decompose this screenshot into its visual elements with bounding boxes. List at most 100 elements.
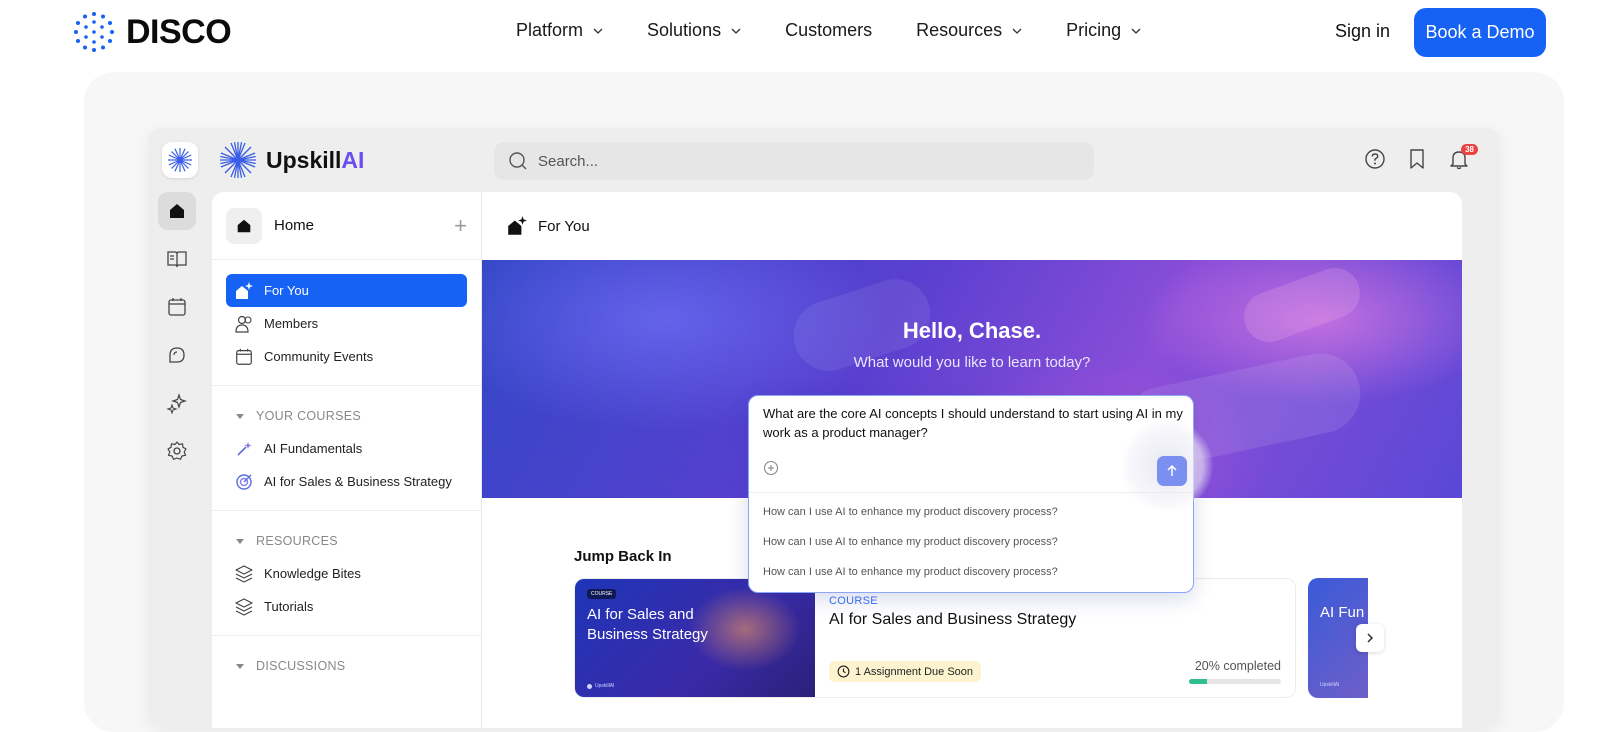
sidebar-resources-group: RESOURCES Knowledge Bites Tutorials [212, 511, 481, 636]
notification-bell[interactable]: 38 [1448, 144, 1478, 170]
section-label: RESOURCES [256, 534, 338, 548]
logo-accent: AI [341, 146, 365, 173]
main-title: For You [538, 217, 590, 235]
search-input[interactable] [538, 152, 1038, 170]
sidebar-discussions-group: DISCUSSIONS [212, 636, 481, 694]
help-icon[interactable] [1364, 148, 1386, 170]
thumb-title: AI for Sales and Business Strategy [587, 606, 708, 643]
nav-solutions[interactable]: Solutions [647, 20, 741, 41]
resources-section-header[interactable]: RESOURCES [226, 525, 467, 557]
divider [749, 492, 1193, 493]
collapse-icon [236, 663, 244, 669]
starburst-icon [587, 683, 592, 689]
thumb-tag: COURSE [587, 589, 617, 599]
chevron-down-icon [1012, 28, 1022, 34]
sidebar-item-ai-fundamentals[interactable]: AI Fundamentals [226, 432, 467, 465]
course-card[interactable]: COURSE AI for Sales and Business Strateg… [574, 578, 1296, 698]
rail-library[interactable] [158, 240, 196, 278]
nav-platform-label: Platform [516, 20, 584, 40]
sparkle-house-icon [236, 281, 253, 299]
search-bar[interactable] [494, 142, 1094, 180]
nav-pricing-label: Pricing [1066, 20, 1122, 40]
upskill-logo[interactable]: UpskillAI [218, 140, 364, 180]
add-icon[interactable]: + [454, 214, 467, 237]
nav-customers[interactable]: Customers [785, 20, 872, 41]
workspace-avatar[interactable] [162, 142, 198, 178]
bookmark-icon[interactable] [1406, 148, 1428, 170]
collapse-icon [236, 538, 244, 544]
calendar-icon [236, 348, 252, 365]
suggestion-item[interactable]: How can I use AI to enhance my product d… [763, 506, 1058, 518]
target-icon [236, 473, 252, 490]
sidebar-item-members[interactable]: Members [226, 307, 467, 340]
disco-logo-icon [74, 12, 114, 52]
courses-section-header[interactable]: YOUR COURSES [226, 400, 467, 432]
app-header: UpskillAI 38 [148, 128, 1500, 192]
sidebar-item-for-you[interactable]: For You [226, 274, 467, 307]
sidebar-title: Home [274, 217, 315, 234]
clock-icon [837, 665, 850, 678]
send-button[interactable] [1157, 456, 1187, 486]
sidebar-item-knowledge-bites[interactable]: Knowledge Bites [226, 557, 467, 590]
suggestion-item[interactable]: How can I use AI to enhance my product d… [763, 566, 1058, 578]
rail-ai[interactable] [158, 384, 196, 422]
card-title: AI for Sales and Business Strategy [829, 611, 1077, 628]
search-icon [509, 152, 527, 170]
nav-solutions-label: Solutions [647, 20, 722, 40]
notification-badge: 38 [1461, 144, 1478, 155]
assignment-badge: 1 Assignment Due Soon [829, 661, 982, 682]
arrow-up-icon [1167, 464, 1177, 476]
book-icon [167, 251, 187, 268]
nav-customers-label: Customers [785, 20, 873, 40]
icon-rail [158, 192, 198, 480]
sidebar-item-label: Tutorials [264, 599, 314, 614]
course-thumbnail: COURSE AI for Sales and Business Strateg… [575, 579, 815, 697]
rail-discussions[interactable] [158, 336, 196, 374]
section-label: DISCUSSIONS [256, 659, 346, 673]
gear-icon [167, 441, 187, 460]
card2-title: AI Fun [1320, 604, 1365, 621]
sparkle-house-icon [508, 216, 527, 235]
card2-brand: UpskillAI [1320, 682, 1340, 688]
suggestion-item[interactable]: How can I use AI to enhance my product d… [763, 536, 1058, 548]
layers-icon [235, 597, 253, 616]
rail-settings[interactable] [158, 432, 196, 470]
sidebar-item-label: For You [264, 283, 309, 298]
starburst-icon [168, 148, 192, 172]
sidebar-item-tutorials[interactable]: Tutorials [226, 590, 467, 623]
carousel-next-button[interactable] [1356, 624, 1384, 652]
main-header: For You [482, 192, 1462, 260]
prompt-input[interactable]: What are the core AI concepts I should u… [763, 404, 1183, 442]
nav-platform[interactable]: Platform [516, 20, 603, 41]
nav-pricing[interactable]: Pricing [1066, 20, 1141, 41]
wand-icon [237, 441, 252, 456]
main-nav: Platform Solutions Customers Resources P… [516, 20, 1185, 41]
collapse-icon [236, 413, 244, 419]
thumb-brand: UpskillAI [587, 683, 614, 689]
sign-in-link[interactable]: Sign in [1335, 21, 1390, 42]
rail-home[interactable] [158, 192, 196, 230]
disco-logo[interactable]: DISCO [72, 10, 232, 54]
ai-prompt-box[interactable]: What are the core AI concepts I should u… [748, 395, 1213, 593]
sidebar-item-community-events[interactable]: Community Events [226, 340, 467, 373]
starburst-icon [220, 142, 256, 178]
assignment-badge-label: 1 Assignment Due Soon [855, 665, 974, 678]
sidebar-item-label: Members [264, 316, 319, 331]
home-icon [226, 207, 262, 244]
progress-fill [1189, 679, 1208, 684]
sidebar-header: Home + [212, 192, 481, 260]
discussions-section-header[interactable]: DISCUSSIONS [226, 650, 467, 682]
book-demo-button[interactable]: Book a Demo [1414, 8, 1546, 57]
sparkle-icon [166, 393, 187, 414]
brand-name: DISCO [126, 12, 232, 51]
chevron-down-icon [1131, 28, 1141, 34]
sidebar-item-label: AI for Sales & Business Strategy [264, 474, 452, 489]
app-logo-text: UpskillAI [266, 147, 364, 174]
nav-resources[interactable]: Resources [916, 20, 1022, 41]
rail-calendar[interactable] [158, 288, 196, 326]
sidebar-item-ai-sales[interactable]: AI for Sales & Business Strategy [226, 465, 467, 498]
sidebar-main-group: For You Members Community Events [212, 260, 481, 386]
site-header: DISCO Platform Solutions Customers Resou… [0, 0, 1600, 66]
chevron-down-icon [593, 28, 603, 34]
add-attachment-icon[interactable] [763, 460, 779, 476]
